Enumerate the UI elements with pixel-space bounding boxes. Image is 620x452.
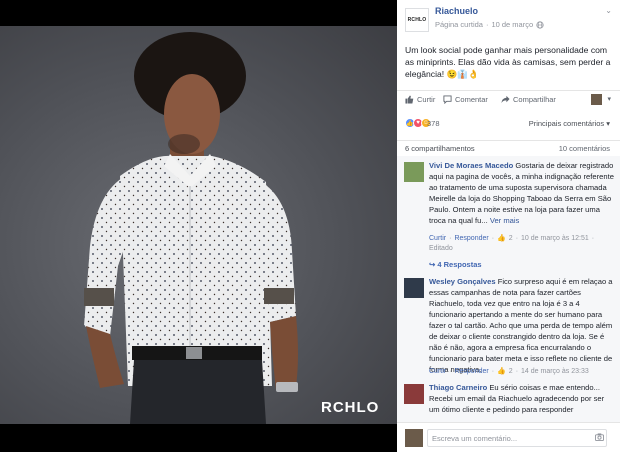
reactions-bar: 👍 ♥ ☺ 378 Principais comentários ▾ (397, 114, 620, 134)
reaction-icons[interactable]: 👍 ♥ ☺ (405, 118, 431, 128)
share-label: Compartilhar (513, 95, 556, 104)
post-actions: Curtir Comentar Compartilhar ▾ (397, 90, 620, 108)
comment-item: Thiago Carneiro Eu sério coisas e mae en… (397, 382, 620, 422)
comment-sort-dropdown[interactable]: Principais comentários ▾ (529, 119, 610, 128)
comment-button[interactable]: Comentar (443, 95, 488, 104)
commenter-avatar[interactable] (404, 278, 424, 298)
photo-panel: RCHLO (0, 0, 397, 452)
model-illustration (84, 32, 298, 424)
reaction-count[interactable]: 378 (427, 119, 440, 128)
thumbs-up-icon: 👍 (497, 368, 506, 375)
commenter-name[interactable]: Vivi De Moraes Macedo (429, 161, 513, 170)
share-button[interactable]: Compartilhar (501, 95, 556, 104)
thumbs-up-icon (405, 95, 414, 104)
commenter-name[interactable]: Wesley Gonçalves (429, 277, 496, 286)
comment-text: Fico surpreso aqui é em relaçao a essas … (429, 277, 613, 374)
comments-count[interactable]: 10 comentários (559, 144, 610, 153)
comment-label: Comentar (455, 95, 488, 104)
post-sidebar: RCHLO Riachuelo Página curtida · 10 de m… (397, 0, 620, 452)
see-more-link[interactable]: Ver mais (490, 216, 520, 225)
comment-item: Vivi De Moraes Macedo Gostaria de deixar… (397, 160, 620, 270)
thumbs-up-icon: 👍 (497, 235, 506, 242)
comment-reply-link[interactable]: Responder (454, 235, 488, 242)
composer-avatar (405, 429, 423, 447)
replies-count: 4 Respostas (437, 260, 482, 269)
page-name-link[interactable]: Riachuelo (435, 6, 478, 16)
comment-like-link[interactable]: Curtir (429, 235, 446, 242)
comment-body: Thiago Carneiro Eu sério coisas e mae en… (429, 382, 614, 415)
page-avatar[interactable]: RCHLO (405, 8, 429, 32)
globe-icon (536, 20, 544, 29)
post-date[interactable]: 10 de março (491, 20, 533, 29)
comment-time[interactable]: 14 de março às 23:33 (521, 368, 589, 375)
commenter-avatar[interactable] (404, 384, 424, 404)
like-button[interactable]: Curtir (405, 95, 435, 104)
comment-meta: Curtir · Responder · 👍 2 · 10 de março à… (429, 234, 595, 243)
post-options-chevron-icon[interactable]: ⌄ (605, 6, 612, 15)
comment-like-link[interactable]: Curtir (429, 368, 446, 375)
comment-like-count[interactable]: 2 (509, 235, 513, 242)
comment-reply-link[interactable]: Responder (454, 368, 488, 375)
share-arrow-icon (501, 95, 510, 104)
comment-edited: Editado (429, 245, 453, 252)
view-replies-link[interactable]: ↪ 4 Respostas (429, 260, 482, 269)
post-text: Um look social pode ganhar mais personal… (405, 45, 611, 79)
commenter-avatar[interactable] (404, 162, 424, 182)
page-logo-text: RCHLO (407, 17, 427, 23)
comments-list: Vivi De Moraes Macedo Gostaria de deixar… (397, 156, 620, 422)
meta-separator: · (485, 20, 489, 29)
post-header: RCHLO Riachuelo Página curtida · 10 de m… (397, 0, 620, 40)
comment-time[interactable]: 10 de março às 12:51 (521, 235, 589, 242)
commenter-name[interactable]: Thiago Carneiro (429, 383, 487, 392)
share-comment-counts: 6 compartilhamentos 10 comentários (397, 140, 620, 154)
comment-body: Wesley Gonçalves Fico surpreso aqui é em… (429, 276, 614, 375)
shares-count[interactable]: 6 compartilhamentos (405, 144, 475, 153)
post-meta: Página curtida · 10 de março (435, 20, 544, 29)
comment-text: Gostaria de deixar registrado aqui na pa… (429, 161, 614, 225)
comment-like-count[interactable]: 2 (509, 368, 513, 375)
posting-as-avatar[interactable] (591, 94, 602, 105)
comment-meta: Curtir · Responder · 👍 2 · 14 de março à… (429, 367, 589, 376)
like-label: Curtir (417, 95, 436, 104)
comment-item: Wesley Gonçalves Fico surpreso aqui é em… (397, 276, 620, 380)
edited-label[interactable]: Editado (429, 245, 453, 252)
liked-page-label: Página curtida (435, 20, 483, 29)
comment-composer (397, 422, 620, 452)
facebook-photo-viewer: RCHLO RCHLO Riachuelo Página curtida · 1… (0, 0, 620, 452)
comment-input[interactable] (427, 429, 607, 447)
comment-body: Vivi De Moraes Macedo Gostaria de deixar… (429, 160, 614, 226)
posting-as-caret-icon[interactable]: ▾ (607, 95, 611, 103)
comment-icon (443, 95, 452, 104)
post-photo[interactable]: RCHLO (0, 26, 397, 424)
camera-icon[interactable] (595, 433, 604, 441)
photo-watermark: RCHLO (321, 399, 380, 416)
